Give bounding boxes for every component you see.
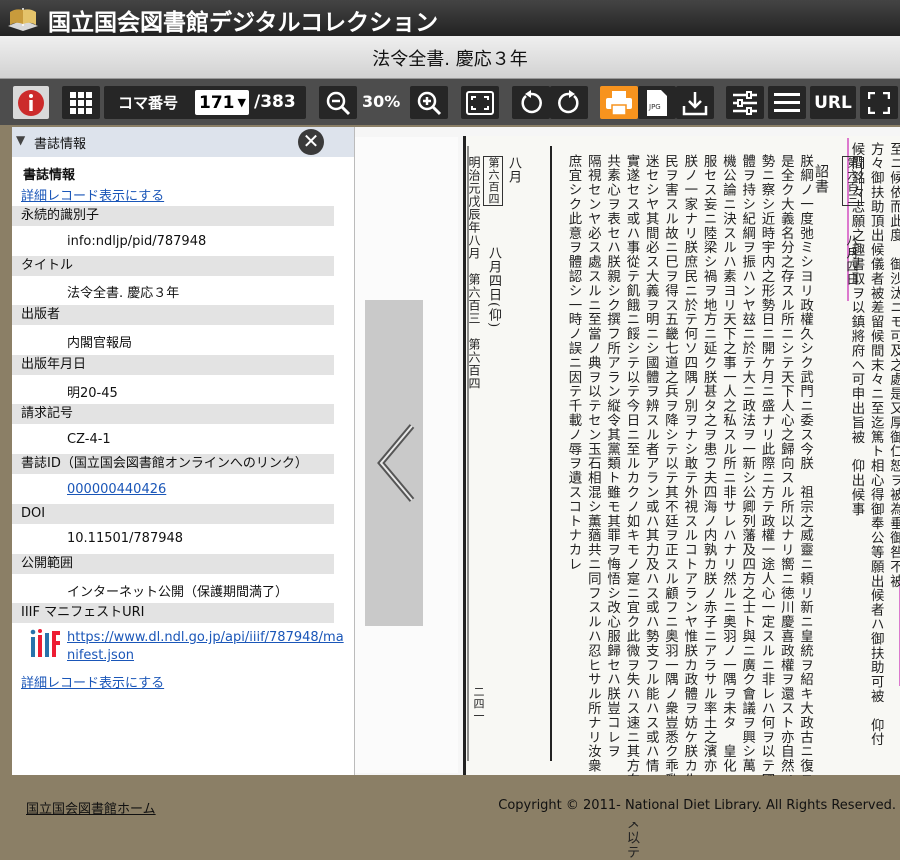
bib-id-link[interactable]: 000000440426 — [67, 482, 166, 497]
settings-button[interactable] — [726, 86, 764, 119]
copyright-text: Copyright © 2011- National Diet Library.… — [498, 798, 896, 813]
info-icon — [18, 89, 44, 116]
zoom-in-button[interactable] — [410, 86, 448, 119]
field-value-identifier: info:ndljp/pid/787948 — [67, 234, 207, 249]
library-logo-icon[interactable] — [6, 4, 40, 32]
thumbnail-grid-button[interactable] — [62, 86, 100, 119]
close-icon: ✕ — [302, 129, 320, 153]
text-column: 庶宜シク此意ヲ體認シ一時ノ誤ニ因テ千載ノ辱ヲ遺スコトナカレ — [565, 154, 581, 572]
jpg-download-button[interactable]: JPG — [638, 86, 676, 119]
panel-header[interactable]: ▼ 書誌情報 ✕ — [12, 127, 354, 157]
heading-603: 第六百三 — [842, 156, 862, 206]
side-header-text: 明治元戊辰年八月 第六百三 第六百四 — [467, 156, 481, 390]
field-label-title: タイトル — [12, 256, 334, 276]
chevron-down-icon: ▼ — [237, 96, 246, 109]
url-button[interactable]: URL — [810, 86, 856, 119]
field-value-publisher: 内閣官報局 — [67, 336, 133, 351]
zoom-level: 30% — [362, 92, 401, 111]
iiif-manifest-link-line2[interactable]: nifest.json — [67, 648, 134, 663]
text-column: 朕ノ一家ナリ朕庶民ニ於テ何ソ四隅ノ別ヲナシ敢テ外視スルコトアランヤ惟朕カ政體ヲ妨… — [681, 154, 697, 788]
collapse-triangle-icon[interactable]: ▼ — [16, 133, 25, 147]
ndl-home-link[interactable]: 国立国会図書館ホーム — [26, 798, 156, 817]
heading-august: 八月 — [506, 156, 521, 184]
rotate-left-icon — [521, 89, 542, 113]
field-label-iiif: IIIF マニフェストURI — [12, 603, 334, 623]
field-value-title: 法令全書. 慶応３年 — [67, 286, 180, 301]
text-column: 是全ク大義名分之存スル所ニシテ天下人心之歸向スル所以ナリ嚮ニ徳川慶喜政權ヲ還スト… — [777, 154, 793, 788]
rotate-right-icon — [558, 89, 579, 113]
print-icon — [606, 90, 632, 116]
page-select[interactable]: 171 ▼ — [195, 90, 249, 115]
koma-label: コマ番号 — [118, 94, 179, 112]
chevron-left-icon — [377, 424, 415, 502]
menu-button[interactable] — [768, 86, 806, 119]
hamburger-menu-icon — [774, 92, 800, 112]
close-panel-button[interactable]: ✕ — [298, 129, 324, 155]
heading-aug4-order: 八月四日(仰) — [486, 246, 501, 329]
bibliographic-panel: ▼ 書誌情報 ✕ 書誌情報 詳細レコード表示にする 永続的識別子 info:nd… — [12, 127, 355, 775]
print-button[interactable] — [600, 86, 638, 119]
download-icon — [682, 91, 708, 115]
book-title: 法令全書. 慶応３年 — [372, 49, 528, 70]
text-column: 民ヲ害スル故ニ巳ヲ得ス五畿七道之兵ヲ降シテ以テ其不廷ヲ正スル顧フニ奥羽一隅ノ衆豈… — [662, 154, 677, 802]
text-column: 至ニ候依而此度 御沙汰ニモ可及之處是又厚御仁恕ヲ被為垂御咎不被 — [887, 142, 900, 589]
page-number: 二四一 — [472, 686, 485, 722]
field-value-doi: 10.11501/787948 — [67, 531, 184, 546]
text-column: 機公論ニ決スルハ素ヨリ天下之事一人之私スル所ニ非サレハナリ然ルニ奥羽ノ一隅ヲ未タ… — [719, 154, 735, 788]
text-column: 體ヲ持シ紀綱ヲ振ハンヤ玆ニ於テ大ニ政法ヲ一新シ公卿列藩及四方之士ト與ニ廣ク會議ヲ… — [739, 154, 755, 774]
sliders-icon — [733, 90, 757, 115]
rotate-left-button[interactable] — [512, 86, 550, 119]
fit-page-button[interactable] — [461, 86, 499, 119]
field-label-identifier: 永続的識別子 — [12, 206, 334, 226]
zoom-in-icon — [417, 91, 442, 115]
text-column: 服セス妄ニ陸梁シ禍ヲ地方ニ延ク朕甚タ之ヲ患フ夫四海ノ内孰カ朕ノ赤子ニアラサル率土… — [700, 154, 716, 774]
text-column: 實遂セス或ハ事從テ飢餓ニ餒シテ以テ今日ニ至ルカクノ如キモノ寔ニ宜ク此微ヲ失ハス速… — [623, 154, 639, 860]
field-value-date: 明20-45 — [67, 386, 118, 401]
field-label-publisher: 出版者 — [12, 305, 334, 325]
grid-icon — [70, 91, 92, 114]
section-title: 書誌情報 — [23, 168, 76, 183]
page-total: /383 — [254, 92, 296, 112]
text-column: 方々御扶助頂出候儀者被差留候間末々ニ至迄篤ト相心得御奉公等願出候者ハ御扶助可被 … — [867, 142, 883, 747]
scanned-page: 明治元戊辰年八月 第六百三 第六百四 二四一 第六百四 八月 八月四日(仰) 至… — [463, 136, 900, 860]
site-header: 国立国会図書館デジタルコレクション — [0, 0, 900, 36]
field-label-doi: DOI — [12, 504, 334, 524]
panel-header-label: 書誌情報 — [34, 137, 87, 152]
jpg-file-icon: JPG — [647, 89, 667, 116]
text-column: 隔視センヤ必ス處スルニ至當ノ典ヲ以テセン玉石相混シ薫蕕共ニ同フスルハ忍ヒサル所ナ… — [584, 154, 600, 774]
viewer-toolbar: コマ番号 171 ▼ /383 30% JPG URL — [0, 79, 900, 125]
iiif-logo-icon[interactable] — [30, 629, 62, 659]
page-value: 171 — [199, 92, 235, 113]
zoom-out-icon — [326, 91, 351, 115]
fullscreen-icon — [868, 91, 890, 114]
detail-record-link[interactable]: 詳細レコード表示にする — [21, 185, 164, 204]
text-column: 朕綱ノ一度弛ミシヨリ政權久シク武門ニ委ス今朕 祖宗之威靈ニ頼リ新ニ皇統ヲ紹キ大政… — [797, 154, 813, 788]
field-value-call-number: CZ-4-1 — [67, 432, 111, 447]
iiif-manifest-link-line1[interactable]: https://www.dl.ndl.go.jp/api/iiif/787948… — [67, 630, 344, 645]
field-label-access: 公開範囲 — [12, 554, 334, 574]
info-button[interactable] — [13, 86, 49, 119]
heading-604: 第六百四 — [483, 156, 503, 206]
rotate-right-button[interactable] — [550, 86, 588, 119]
field-label-date: 出版年月日 — [12, 355, 334, 375]
field-label-bib-id: 書誌ID（国立国会図書館オンラインへのリンク） — [12, 454, 334, 474]
site-title[interactable]: 国立国会図書館デジタルコレクション — [48, 3, 438, 37]
fullscreen-button[interactable] — [860, 86, 898, 119]
download-button[interactable] — [676, 86, 714, 119]
previous-page-button[interactable] — [365, 300, 423, 626]
detail-record-link-bottom[interactable]: 詳細レコード表示にする — [21, 672, 164, 691]
heading-aug4: 八月四日 — [845, 234, 859, 286]
heading-imperial-rescript: 詔書 — [813, 164, 829, 194]
text-column: 共素心ヲ表セハ朕親シク撰フ所アラン縦令其黨類ト雖モ其罪ヲ悔悟シ改心服歸セハ朕豈コ… — [604, 154, 620, 759]
fit-screen-icon — [466, 90, 494, 115]
title-bar: 法令全書. 慶応３年 — [0, 36, 900, 79]
image-viewer[interactable]: 明治元戊辰年八月 第六百三 第六百四 二四一 第六百四 八月 八月四日(仰) 至… — [355, 127, 900, 860]
text-column: 迷セシヤ其間必ス大義ヲ明ニシ國體ヲ辨スル者アラン或ハ其力及ハス或ハ勢支フル能ハス… — [642, 154, 658, 774]
svg-text:JPG: JPG — [648, 103, 661, 111]
site-footer: 国立国会図書館ホーム Copyright © 2011- National Di… — [0, 776, 900, 822]
field-label-call-number: 請求記号 — [12, 404, 334, 424]
zoom-out-button[interactable] — [319, 86, 357, 119]
text-column: 勢ニ察シ近時宇内之形勢日ニ開ケ月ニ盛ナリ此際ニ方テ政權一途人心一定スルニ非レハ何… — [758, 154, 774, 788]
field-value-access: インターネット公開（保護期間満了） — [67, 585, 289, 600]
